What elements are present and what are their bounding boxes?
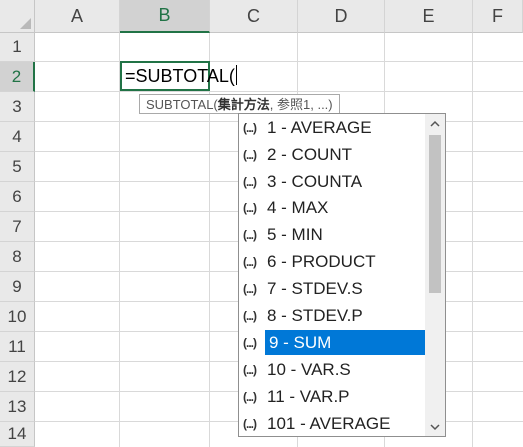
text-caret (235, 65, 237, 85)
function-arg-icon: (...) (243, 308, 257, 323)
row-header-1[interactable]: 1 (0, 33, 35, 62)
autocomplete-item-label: 11 - VAR.P (267, 386, 350, 406)
column-header-d[interactable]: D (298, 0, 385, 33)
formula-text: =SUBTOTAL( (125, 66, 235, 86)
autocomplete-item[interactable]: (...) 11 - VAR.P (239, 383, 426, 410)
gridline (119, 33, 120, 447)
autocomplete-item-label: 1 - AVERAGE (267, 117, 372, 137)
function-arg-icon: (...) (243, 362, 257, 377)
autocomplete-item-label: 3 - COUNTA (267, 171, 363, 191)
function-arg-icon: (...) (243, 227, 257, 242)
autocomplete-item[interactable]: (...) 101 - AVERAGE (239, 410, 426, 437)
autocomplete-item-label: 6 - PRODUCT (267, 251, 376, 271)
autocomplete-item-label: 7 - STDEV.S (267, 278, 363, 298)
autocomplete-dropdown[interactable]: (...) 1 - AVERAGE (...) 2 - COUNT (...) 3 -… (238, 113, 446, 437)
autocomplete-item[interactable]: (...) 6 - PRODUCT (239, 248, 426, 275)
function-arg-icon: (...) (243, 120, 257, 135)
autocomplete-item[interactable]: (...) 4 - MAX (239, 194, 426, 221)
tooltip-current-argument: 集計方法 (217, 97, 270, 112)
row-header-11[interactable]: 11 (0, 332, 35, 362)
row-header-14[interactable]: 14 (0, 422, 35, 447)
column-header-b[interactable]: B (120, 0, 210, 33)
column-header-c[interactable]: C (210, 0, 298, 33)
autocomplete-item-label: 5 - MIN (267, 224, 323, 244)
column-header-f[interactable]: F (473, 0, 523, 33)
row-header-4[interactable]: 4 (0, 122, 35, 152)
autocomplete-item-selected[interactable]: (...) 9 - SUM (239, 329, 426, 356)
tooltip-function-name[interactable]: SUBTOTAL( (146, 97, 218, 112)
tooltip-remaining-arguments: , 参照1, ...) (269, 97, 333, 112)
autocomplete-item-label: 2 - COUNT (267, 144, 352, 164)
scrollbar-thumb[interactable] (429, 135, 441, 293)
row-header-12[interactable]: 12 (0, 362, 35, 392)
row-header-5[interactable]: 5 (0, 152, 35, 182)
autocomplete-item-label: 10 - VAR.S (267, 359, 351, 379)
cell-b2-formula[interactable]: =SUBTOTAL( (125, 63, 237, 89)
autocomplete-item[interactable]: (...) 1 - AVERAGE (239, 114, 426, 141)
row-header-10[interactable]: 10 (0, 302, 35, 332)
dropdown-scrollbar[interactable] (425, 114, 445, 436)
autocomplete-item-label: 9 - SUM (265, 330, 426, 355)
row-header-2[interactable]: 2 (0, 62, 35, 92)
autocomplete-item[interactable]: (...) 5 - MIN (239, 221, 426, 248)
autocomplete-item-label: 101 - AVERAGE (267, 413, 391, 433)
scroll-up-arrow-icon[interactable] (425, 114, 445, 132)
function-argument-tooltip[interactable]: SUBTOTAL(集計方法, 参照1, ...) (139, 94, 340, 114)
gridline (35, 61, 523, 62)
gridline (472, 33, 473, 447)
select-all-triangle-icon (20, 18, 31, 29)
gridline (35, 91, 523, 92)
column-header-a[interactable]: A (35, 0, 120, 33)
row-header-9[interactable]: 9 (0, 272, 35, 302)
row-header-7[interactable]: 7 (0, 212, 35, 242)
autocomplete-item[interactable]: (...) 3 - COUNTA (239, 168, 426, 195)
autocomplete-item[interactable]: (...) 7 - STDEV.S (239, 275, 426, 302)
function-arg-icon: (...) (243, 200, 257, 215)
function-arg-icon: (...) (243, 254, 257, 269)
function-arg-icon: (...) (243, 416, 257, 431)
scroll-down-arrow-icon[interactable] (425, 418, 445, 436)
autocomplete-item-label: 8 - STDEV.P (267, 305, 363, 325)
function-arg-icon: (...) (243, 174, 257, 189)
select-all-corner[interactable] (0, 0, 35, 33)
autocomplete-item[interactable]: (...) 2 - COUNT (239, 141, 426, 168)
autocomplete-item-label: 4 - MAX (267, 197, 329, 217)
autocomplete-item[interactable]: (...) 10 - VAR.S (239, 356, 426, 383)
function-arg-icon: (...) (243, 335, 257, 350)
row-header-6[interactable]: 6 (0, 182, 35, 212)
function-arg-icon: (...) (243, 389, 257, 404)
row-header-13[interactable]: 13 (0, 392, 35, 422)
function-arg-icon: (...) (243, 281, 257, 296)
column-header-e[interactable]: E (385, 0, 473, 33)
function-arg-icon: (...) (243, 147, 257, 162)
row-header-3[interactable]: 3 (0, 92, 35, 122)
autocomplete-item[interactable]: (...) 8 - STDEV.P (239, 302, 426, 329)
row-header-8[interactable]: 8 (0, 242, 35, 272)
